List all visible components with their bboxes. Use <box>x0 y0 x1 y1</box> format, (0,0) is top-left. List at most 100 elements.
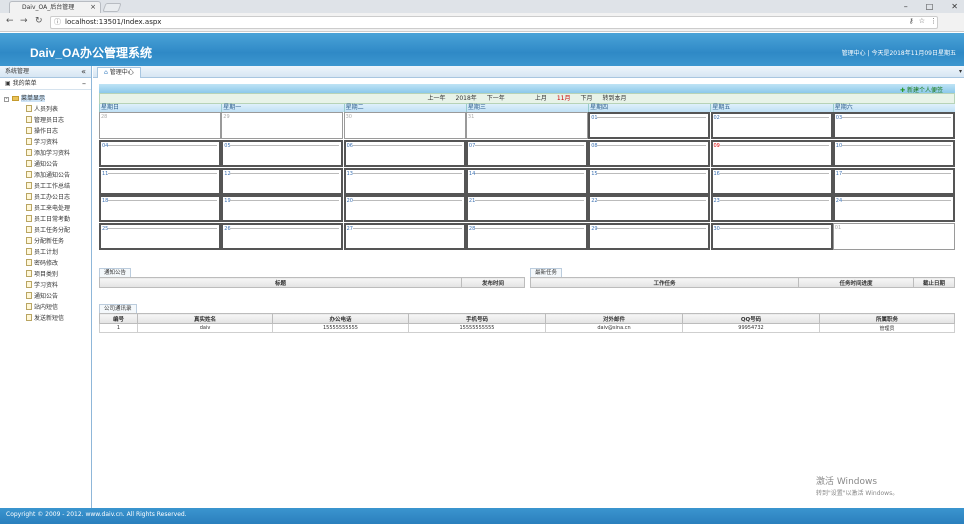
calendar-day[interactable]: 16 <box>710 167 833 195</box>
contacts-tab[interactable]: 公司通讯录 <box>99 304 137 313</box>
today-link[interactable]: 转到本月 <box>602 94 626 103</box>
calendar-day[interactable]: 23 <box>710 195 833 223</box>
browser-tab[interactable]: Daiv_OA_后台管理 × <box>9 1 101 13</box>
calendar-day[interactable]: 17 <box>832 167 955 195</box>
tasks-table: 工作任务 任务时间进度 截止日期 <box>530 277 955 288</box>
tree-root[interactable]: - 菜单显示 <box>4 93 91 104</box>
calendar-day[interactable]: 08 <box>588 139 711 167</box>
prev-year-link[interactable]: 上一年 <box>428 94 446 103</box>
page-info-icon[interactable]: ⓘ <box>54 17 61 28</box>
month-label: 11月 <box>556 95 571 102</box>
day-line <box>719 200 829 202</box>
sidebar-item[interactable]: 项目类别 <box>4 269 91 280</box>
notices-table: 标题 发布时间 <box>99 277 525 288</box>
sidebar-item[interactable]: 添加通知公告 <box>4 170 91 181</box>
sidebar-item[interactable]: 通知公告 <box>4 159 91 170</box>
menu-toggle-icon[interactable]: – <box>82 78 86 90</box>
calendar-day[interactable]: 06 <box>343 139 466 167</box>
calendar-day[interactable]: 09 <box>710 139 833 167</box>
minus-icon[interactable]: - <box>4 97 9 102</box>
table-row[interactable]: 1 daiv 15555555555 15555555555 daiv@sina.cn 9… <box>99 323 955 333</box>
sidebar-item[interactable]: 学习资料 <box>4 137 91 148</box>
chevron-down-icon[interactable]: ▾ <box>959 68 962 75</box>
calendar-day[interactable]: 15 <box>588 167 711 195</box>
day-number: 08 <box>591 142 598 149</box>
document-icon <box>26 182 32 189</box>
calendar-day[interactable]: 31 <box>465 112 588 139</box>
day-line <box>230 200 340 202</box>
sidebar-item[interactable]: 发送新短信 <box>4 313 91 324</box>
url-input[interactable]: ⓘ localhost:13501/Index.aspx <box>50 16 938 29</box>
calendar-day[interactable]: 29 <box>221 112 344 139</box>
sidebar-item[interactable]: 添加学习资料 <box>4 148 91 159</box>
calendar-day[interactable]: 12 <box>221 167 344 195</box>
col-header: 办公电话 <box>272 313 409 324</box>
sidebar-item[interactable]: 密码修改 <box>4 258 91 269</box>
next-year-link[interactable]: 下一年 <box>487 94 505 103</box>
sidebar-item[interactable]: 操作日志 <box>4 126 91 137</box>
calendar-day[interactable]: 14 <box>465 167 588 195</box>
sidebar-item[interactable]: 员工来电处理 <box>4 203 91 214</box>
url-text: localhost:13501/Index.aspx <box>65 18 162 26</box>
new-note-link[interactable]: ✚ 新建个人便签 <box>900 85 943 94</box>
sidebar-item[interactable]: 分配新任务 <box>4 236 91 247</box>
calendar-day[interactable]: 10 <box>832 139 955 167</box>
menu-header[interactable]: ▣ 我的菜单 – <box>0 78 91 90</box>
calendar-day[interactable]: 29 <box>588 223 711 251</box>
calendar-day[interactable]: 11 <box>99 167 221 195</box>
calendar-day[interactable]: 26 <box>221 223 344 251</box>
tasks-tab[interactable]: 最新任务 <box>530 268 563 277</box>
reload-icon[interactable]: ↻ <box>35 16 43 26</box>
close-icon[interactable]: × <box>90 2 96 13</box>
calendar-day[interactable]: 27 <box>343 223 466 251</box>
sidebar-item[interactable]: 学习资料 <box>4 280 91 291</box>
sidebar-item[interactable]: 员工任务分配 <box>4 225 91 236</box>
prev-month-link[interactable]: 上月 <box>535 94 547 103</box>
calendar-day[interactable]: 02 <box>710 112 833 139</box>
calendar-day[interactable]: 28 <box>99 112 221 139</box>
sidebar-item-label: 管理员日志 <box>34 117 65 124</box>
sidebar-item[interactable]: 员工日常考勤 <box>4 214 91 225</box>
calendar-day[interactable]: 04 <box>99 139 221 167</box>
calendar-day[interactable]: 22 <box>588 195 711 223</box>
calendar-day[interactable]: 18 <box>99 195 221 223</box>
day-line <box>597 144 707 146</box>
notices-tab[interactable]: 通知公告 <box>99 268 132 277</box>
calendar-day[interactable]: 19 <box>221 195 344 223</box>
forward-icon[interactable]: → <box>20 16 28 26</box>
new-tab-button[interactable] <box>102 3 122 12</box>
minimize-button[interactable]: – <box>904 0 908 13</box>
calendar-day[interactable]: 30 <box>710 223 833 251</box>
browser-menu-icon[interactable]: ⚷☆⋮ <box>909 17 942 25</box>
calendar-day[interactable]: 13 <box>343 167 466 195</box>
sidebar-item[interactable]: 管理员日志 <box>4 115 91 126</box>
day-number: 30 <box>345 114 352 120</box>
sidebar-item[interactable]: 员工计划 <box>4 247 91 258</box>
calendar-day[interactable]: 01 <box>832 223 955 251</box>
calendar-day[interactable]: 03 <box>832 112 955 139</box>
sidebar-item[interactable]: 人员列表 <box>4 104 91 115</box>
calendar-day[interactable]: 28 <box>465 223 588 251</box>
sidebar-item[interactable]: 员工办公日志 <box>4 192 91 203</box>
col-header: 工作任务 <box>530 277 799 288</box>
back-icon[interactable]: ← <box>6 16 14 26</box>
tab-management-center[interactable]: ⌂ 管理中心 <box>97 67 141 78</box>
sidebar-item-label: 员工任务分配 <box>34 227 71 234</box>
calendar-day[interactable]: 21 <box>465 195 588 223</box>
calendar-day[interactable]: 24 <box>832 195 955 223</box>
maximize-button[interactable]: □ <box>926 0 934 13</box>
close-window-button[interactable]: ✕ <box>951 0 958 13</box>
collapse-icon[interactable]: « <box>81 66 86 78</box>
menu-title: 我的菜单 <box>12 80 37 87</box>
calendar-day[interactable]: 30 <box>343 112 466 139</box>
sidebar-item[interactable]: 员工工作总结 <box>4 181 91 192</box>
next-month-link[interactable]: 下月 <box>580 94 592 103</box>
sidebar-item[interactable]: 通知公告 <box>4 291 91 302</box>
calendar-day[interactable]: 07 <box>465 139 588 167</box>
calendar-day[interactable]: 20 <box>343 195 466 223</box>
calendar-day[interactable]: 05 <box>221 139 344 167</box>
sidebar-item[interactable]: 站内短信 <box>4 302 91 313</box>
calendar-day[interactable]: 01 <box>588 112 711 139</box>
day-line <box>841 200 951 202</box>
calendar-day[interactable]: 25 <box>99 223 221 251</box>
